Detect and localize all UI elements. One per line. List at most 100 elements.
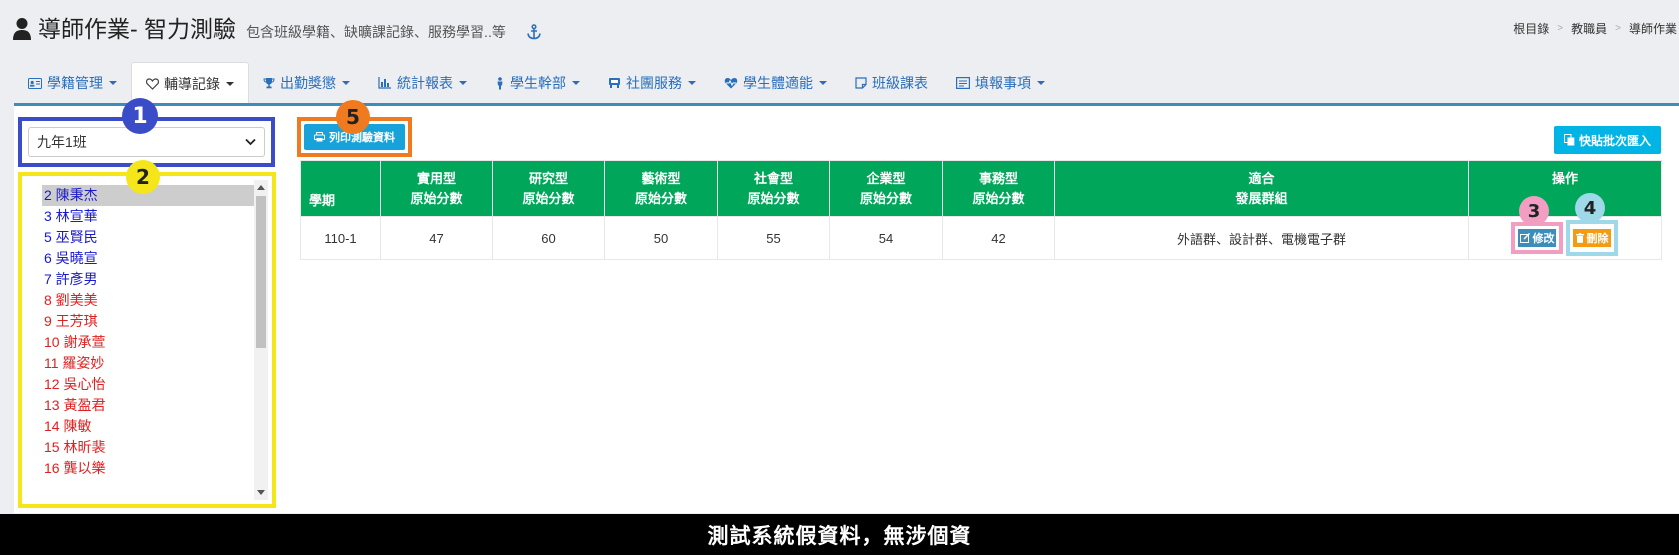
list-item[interactable]: 6 吳曉宣 <box>42 248 264 269</box>
student-list[interactable]: 2 陳秉杰 3 林宣華 5 巫賢民 6 吳曉宣 7 許彥男 8 劉美美 9 王芳… <box>42 185 264 479</box>
anchor-icon[interactable] <box>526 24 542 40</box>
tab-label: 學籍管理 <box>47 75 103 91</box>
user-icon <box>13 18 31 40</box>
trash-icon <box>1575 233 1584 243</box>
cell-investigative: 60 <box>492 216 605 260</box>
annotation-badge-3: 3 <box>1519 196 1549 226</box>
header-sublabel: 原始分數 <box>747 190 800 206</box>
header-label: 學期 <box>309 193 336 208</box>
trophy-icon <box>263 78 275 89</box>
scrollbar-thumb[interactable] <box>256 196 266 348</box>
caret-down-icon <box>226 81 234 86</box>
heartbeat-icon <box>724 78 738 89</box>
edit-button[interactable]: 修改 <box>1518 229 1556 247</box>
printer-icon <box>314 132 325 142</box>
col-header-enterprising: 企業型 原始分數 <box>829 160 943 217</box>
row-actions: 修改 刪除 <box>1469 217 1661 259</box>
list-item[interactable]: 15 林昕裴 <box>42 437 264 458</box>
heart-icon <box>146 77 159 90</box>
annotation-badge-4: 4 <box>1575 193 1605 223</box>
table-header-row: 學期 實用型 原始分數 研究型 原始分數 藝術型 原始分數 社會型 原始分數 企業型 原始… <box>300 160 1662 217</box>
chevron-down-icon <box>245 138 256 146</box>
paste-import-label: 快貼批次匯入 <box>1578 133 1651 148</box>
cell-suitable-groups: 外語群、設計群、電機電子群 <box>1054 216 1469 260</box>
cell-realistic: 47 <box>380 216 493 260</box>
col-header-artistic: 藝術型 原始分數 <box>604 160 718 217</box>
annotation-badge-1: 1 <box>122 98 158 134</box>
caret-down-icon <box>109 81 117 85</box>
page-header: 導師作業- 智力測驗 包含班級學籍、缺曠課記錄、服務學習..等 根目錄 > 教職… <box>0 0 1679 60</box>
tab-student-cadres[interactable]: 學生幹部 <box>481 62 594 104</box>
list-item[interactable]: 9 王芳琪 <box>42 311 264 332</box>
header-label: 研究型 <box>528 170 568 186</box>
header-label: 社會型 <box>753 170 793 186</box>
tab-counseling-records[interactable]: 輔導記錄 <box>131 62 249 104</box>
header-label: 實用型 <box>416 170 456 186</box>
caret-down-icon <box>819 81 827 85</box>
breadcrumb-root[interactable]: 根目錄 <box>1513 20 1549 37</box>
header-sublabel: 原始分數 <box>972 190 1025 206</box>
delete-button-highlight: 刪除 <box>1566 220 1618 256</box>
cell-operations: 修改 刪除 <box>1468 216 1662 260</box>
table-row: 110-1 47 60 50 55 54 42 外語群、設計群、電機電子群 修改 <box>300 216 1662 260</box>
paste-batch-import-button[interactable]: 快貼批次匯入 <box>1554 126 1661 154</box>
tab-label: 統計報表 <box>397 75 453 91</box>
tab-label: 輔導記錄 <box>164 75 220 92</box>
list-item[interactable]: 3 林宣華 <box>42 206 264 227</box>
tab-student-records[interactable]: 學籍管理 <box>14 62 131 104</box>
list-item[interactable]: 14 陳敏 <box>42 416 264 437</box>
main-tabs: 學籍管理 輔導記錄 出勤獎懲 統計報表 學生幹部 社團服務 學生體適能 班級課表… <box>14 62 1059 104</box>
list-item[interactable]: 12 吳心怡 <box>42 374 264 395</box>
header-label: 適合 <box>1248 170 1275 186</box>
cell-artistic: 50 <box>604 216 718 260</box>
header-label: 操作 <box>1551 171 1578 186</box>
caret-down-icon <box>459 81 467 85</box>
header-label: 事務型 <box>978 170 1018 186</box>
header-sublabel: 發展群組 <box>1235 190 1288 206</box>
col-header-conventional: 事務型 原始分數 <box>942 160 1055 217</box>
form-icon <box>956 77 970 89</box>
breadcrumb: 根目錄 > 教職員 > 導師作業 <box>1513 20 1679 37</box>
scrollbar[interactable] <box>254 180 268 500</box>
id-card-icon <box>28 77 42 89</box>
edit-button-highlight: 修改 <box>1511 222 1563 254</box>
tab-class-schedule[interactable]: 班級課表 <box>841 62 942 104</box>
tab-club-service[interactable]: 社團服務 <box>594 62 710 104</box>
tab-statistics[interactable]: 統計報表 <box>364 62 481 104</box>
scroll-down-arrow-icon[interactable] <box>257 490 265 495</box>
col-header-term: 學期 <box>300 160 381 217</box>
caret-down-icon <box>1037 81 1045 85</box>
list-item[interactable]: 11 羅姿妙 <box>42 353 264 374</box>
delete-button-label: 刪除 <box>1586 233 1609 245</box>
test-data-disclaimer: 測試系統假資料，無涉個資 <box>0 514 1679 555</box>
breadcrumb-staff[interactable]: 教職員 <box>1571 20 1607 37</box>
header-label: 企業型 <box>866 170 906 186</box>
header-sublabel: 原始分數 <box>859 190 912 206</box>
tab-physical-fitness[interactable]: 學生體適能 <box>710 62 841 104</box>
col-header-social: 社會型 原始分數 <box>717 160 830 217</box>
list-item[interactable]: 13 黃盈君 <box>42 395 264 416</box>
edit-icon <box>1519 233 1530 243</box>
edit-button-label: 修改 <box>1532 233 1555 245</box>
col-header-operations: 操作 <box>1468 160 1662 217</box>
cell-conventional: 42 <box>942 216 1055 260</box>
annotation-badge-5: 5 <box>336 100 370 134</box>
page-subtitle: 包含班級學籍、缺曠課記錄、服務學習..等 <box>246 24 506 40</box>
col-header-suitable-groups: 適合 發展群組 <box>1054 160 1469 217</box>
tab-report-items[interactable]: 填報事項 <box>942 62 1059 104</box>
delete-button[interactable]: 刪除 <box>1573 229 1611 247</box>
list-item[interactable]: 16 龔以樂 <box>42 458 264 479</box>
tab-label: 學生體適能 <box>743 75 813 91</box>
header-label: 藝術型 <box>641 170 681 186</box>
list-item[interactable]: 5 巫賢民 <box>42 227 264 248</box>
list-item[interactable]: 10 謝承萱 <box>42 332 264 353</box>
cell-term: 110-1 <box>300 216 381 260</box>
tab-attendance[interactable]: 出勤獎懲 <box>249 62 364 104</box>
list-item[interactable]: 7 許彥男 <box>42 269 264 290</box>
tab-label: 學生幹部 <box>510 75 566 91</box>
header-sublabel: 原始分數 <box>410 190 463 206</box>
list-item[interactable]: 8 劉美美 <box>42 290 264 311</box>
scroll-up-arrow-icon[interactable] <box>257 185 265 190</box>
tab-label: 出勤獎懲 <box>280 75 336 91</box>
header-sublabel: 原始分數 <box>522 190 575 206</box>
